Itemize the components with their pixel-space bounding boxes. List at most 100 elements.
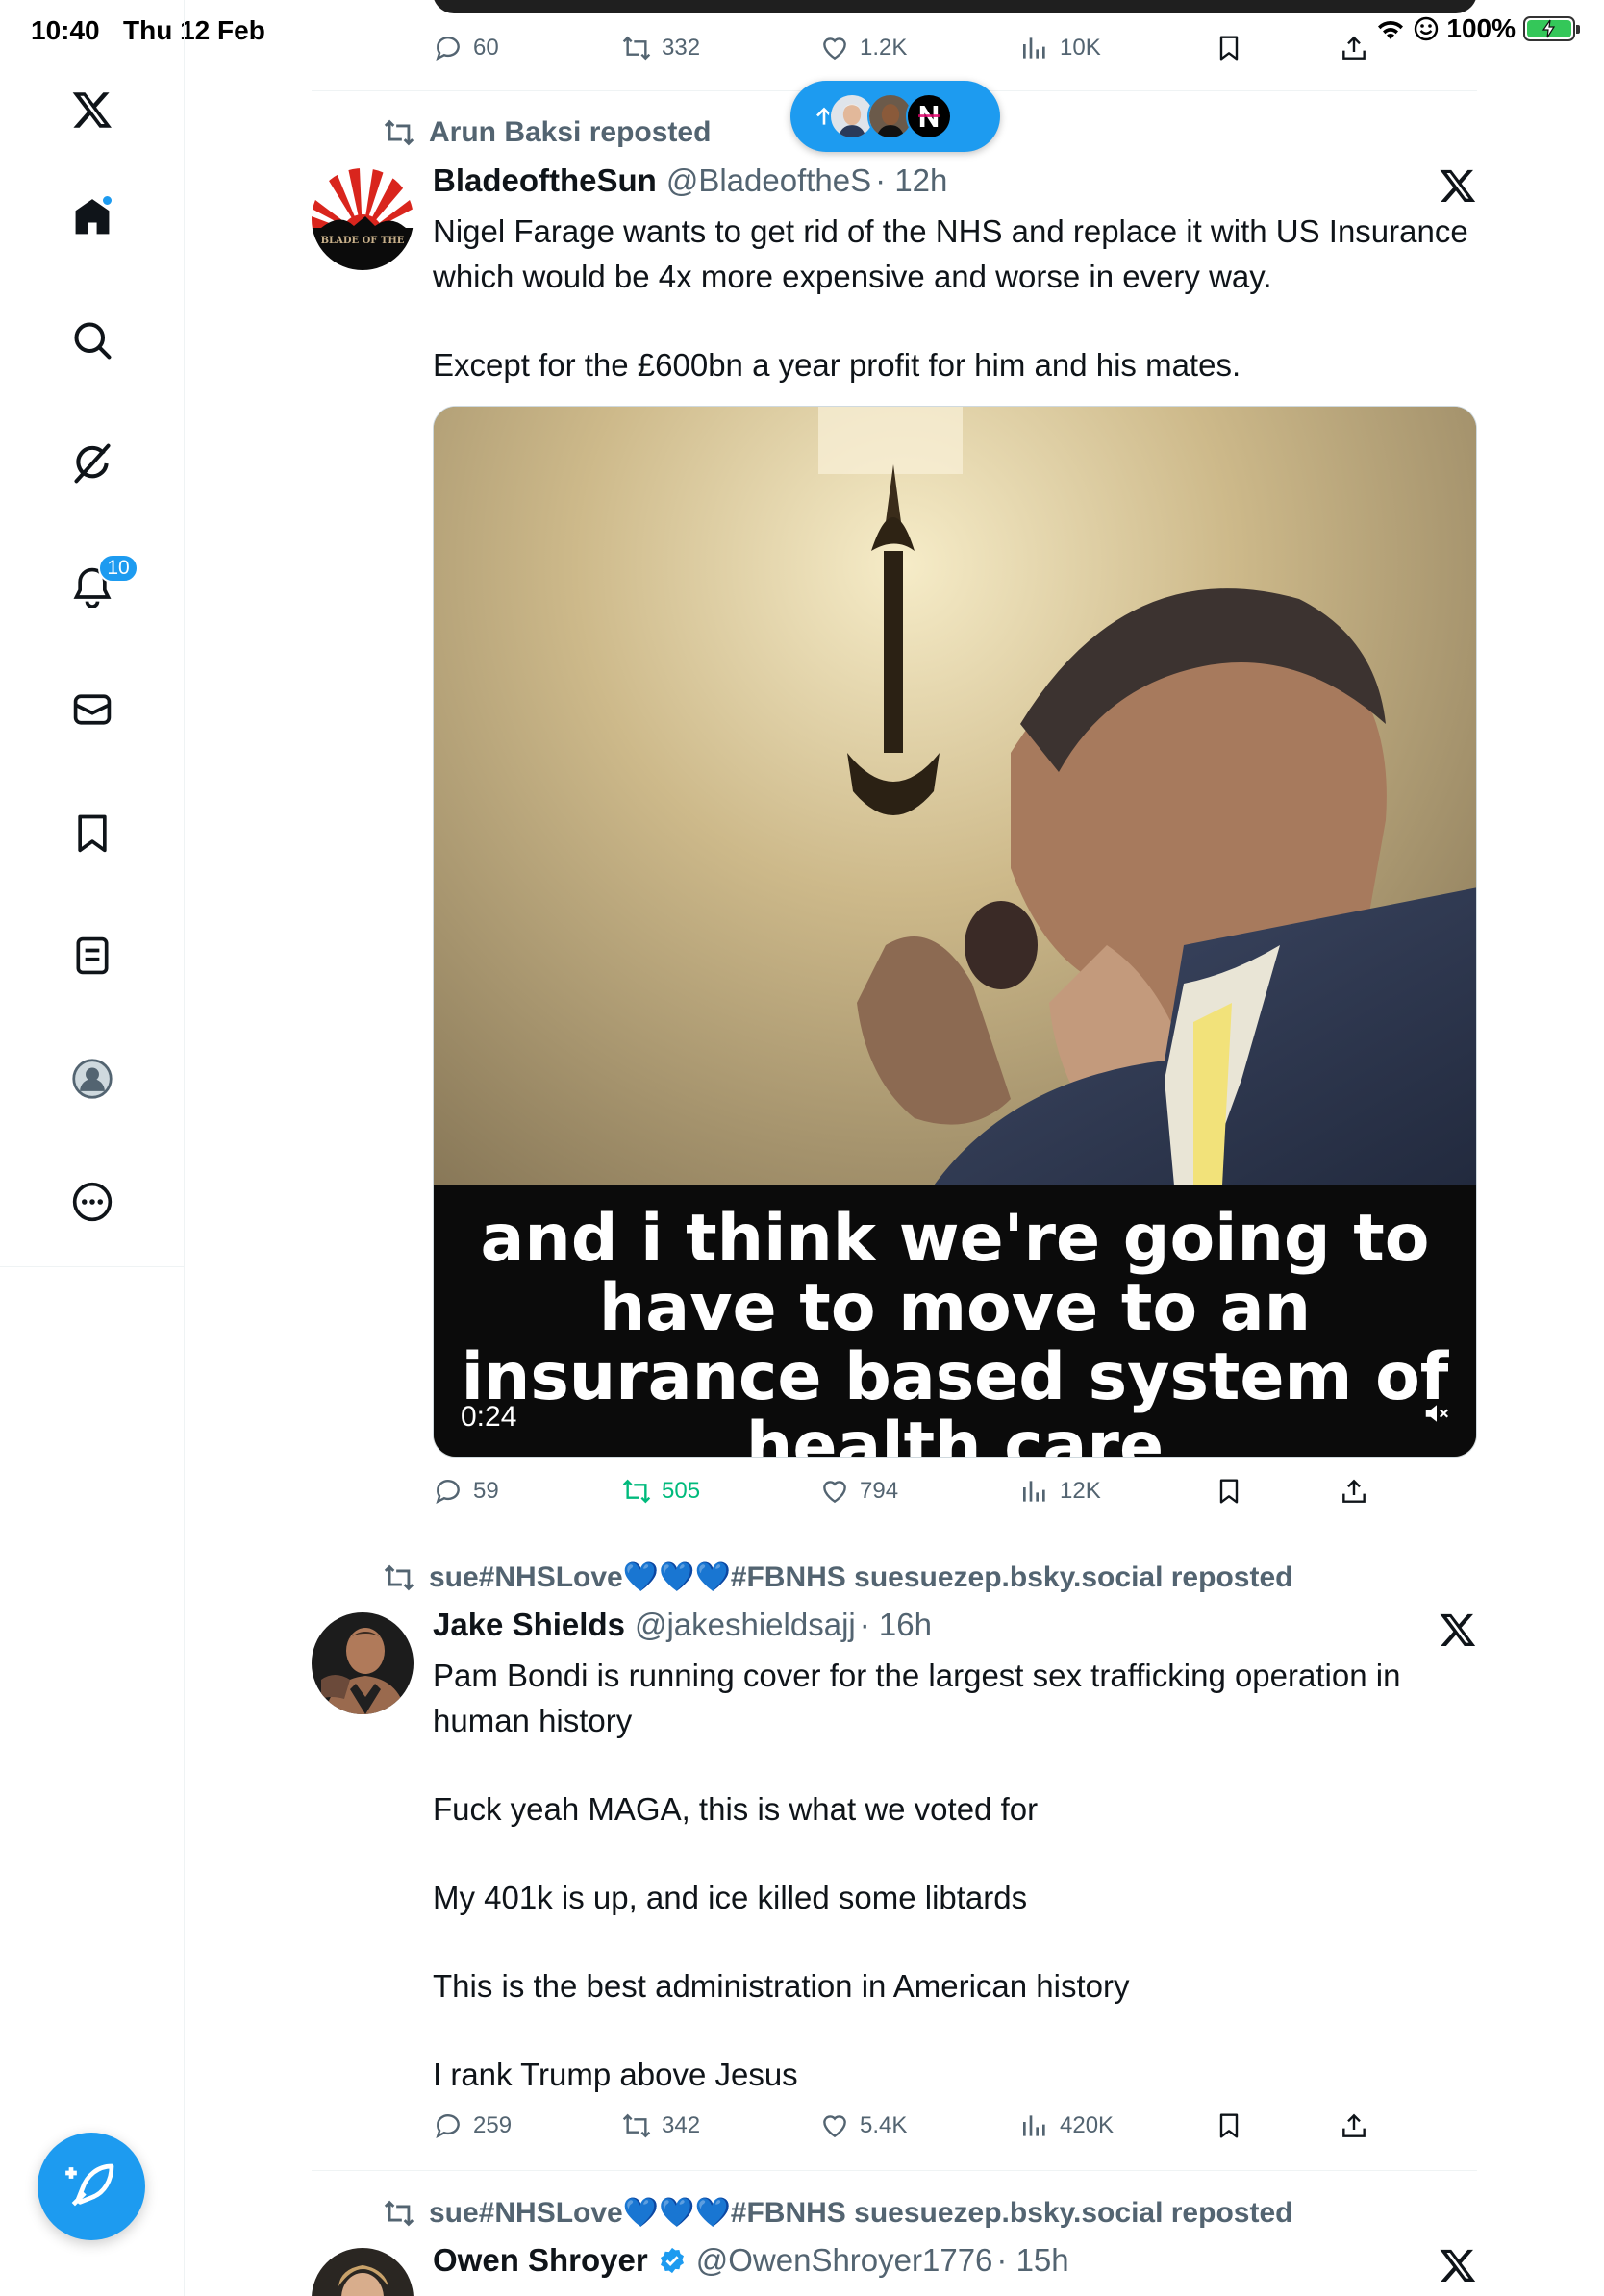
repost-icon [384, 119, 414, 146]
avatar[interactable] [312, 1612, 414, 1714]
share-icon [1342, 2113, 1366, 2137]
avatar[interactable]: BLADE OF THE [312, 168, 414, 270]
reply-button[interactable]: 59 [433, 1476, 499, 1507]
sidebar-item-lists[interactable] [60, 923, 125, 988]
author-name[interactable]: Owen Shroyer [433, 2242, 648, 2279]
video-caption: and i think we're going to have to move … [461, 1201, 1449, 1458]
views-button[interactable]: 420K [1019, 2110, 1114, 2141]
grok-icon [74, 443, 111, 484]
x-logo-icon [1440, 169, 1476, 202]
author-handle[interactable]: @BladeoftheS [666, 162, 871, 199]
repost-count: 332 [662, 35, 701, 61]
avatar-icon [72, 1059, 113, 1099]
author-handle[interactable]: @OwenShroyer1776 [696, 2242, 993, 2279]
tweet-actions: 259 342 5.4K 420K [433, 2110, 1477, 2153]
new-posts-pill[interactable] [790, 81, 1000, 152]
views-icon [1023, 2115, 1045, 2136]
tweet-paragraph: Pam Bondi is running cover for the large… [433, 1658, 1401, 1738]
reply-button[interactable]: 60 [433, 33, 499, 63]
bookmark-button[interactable] [1214, 2110, 1244, 2141]
sidebar-item-more[interactable] [60, 1169, 125, 1235]
repost-icon [622, 1479, 651, 1504]
like-button[interactable]: 1.2K [819, 33, 907, 63]
share-button[interactable] [1339, 1476, 1369, 1507]
like-count: 5.4K [860, 2112, 908, 2138]
reply-count: 259 [473, 2112, 513, 2138]
heart-icon [823, 2115, 846, 2138]
sidebar-border [184, 1267, 185, 2296]
tweet-paragraph: Nigel Farage wants to get rid of the NHS… [433, 213, 1468, 294]
repost-icon [622, 36, 651, 61]
views-count: 420K [1060, 2112, 1115, 2138]
tweet-paragraph: This is the best administration in Ameri… [433, 1968, 1130, 2004]
tweet-header: BladeoftheSun @BladeoftheS · 12h [433, 162, 947, 199]
repost-button[interactable]: 342 [621, 2110, 700, 2141]
repost-button[interactable]: 332 [621, 33, 700, 63]
reply-icon [436, 1480, 460, 1505]
sidebar-item-explore[interactable] [60, 308, 125, 373]
like-button[interactable]: 5.4K [819, 2110, 907, 2141]
video-player[interactable]: and i think we're going to have to move … [433, 406, 1477, 1458]
views-button[interactable]: 12K [1019, 1476, 1101, 1507]
like-count: 794 [860, 1478, 899, 1504]
heart-icon [823, 37, 846, 61]
x-logo-icon [72, 92, 112, 128]
tweet-paragraph: My 401k is up, and ice killed some libta… [433, 1880, 1028, 1915]
previous-tweet-actions: 60 332 1.2K 10K [433, 33, 1477, 75]
reply-button[interactable]: 259 [433, 2110, 512, 2141]
list-icon [76, 936, 109, 975]
tweet-paragraph: Fuck yeah MAGA, this is what we voted fo… [433, 1791, 1039, 1827]
tweet-text: Pam Bondi is running cover for the large… [433, 1653, 1477, 2097]
sidebar-item-notifications[interactable]: 10 [60, 554, 138, 619]
author-handle[interactable]: @jakeshieldsajj [635, 1607, 856, 1643]
repost-count: 342 [662, 2112, 701, 2138]
tweet-timestamp[interactable]: · 15h [996, 2242, 1068, 2279]
avatar[interactable] [312, 2248, 414, 2296]
views-button[interactable]: 10K [1019, 33, 1101, 63]
tweet[interactable]: sue#NHSLove💙💙💙#FBNHS suesuezep.bsky.soci… [312, 1535, 1477, 2170]
tweet-text: Nigel Farage wants to get rid of the NHS… [433, 209, 1477, 387]
tweet-actions: 59 505 794 12K [433, 1476, 1477, 1518]
x-logo-icon [1440, 2249, 1476, 2282]
bookmark-button[interactable] [1214, 33, 1244, 63]
like-count: 1.2K [860, 35, 908, 61]
views-count: 10K [1060, 35, 1101, 61]
x-logo-link[interactable] [60, 77, 125, 142]
reply-count: 59 [473, 1478, 499, 1504]
tweet[interactable]: sue#NHSLove💙💙💙#FBNHS suesuezep.bsky.soci… [312, 2171, 1477, 2296]
share-button[interactable] [1339, 33, 1369, 63]
mute-icon[interactable] [1422, 1399, 1451, 1428]
sidebar-item-messages[interactable] [60, 677, 125, 742]
tweet[interactable]: Arun Baksi reposted BLADE OF THE Bladeof… [312, 91, 1477, 1534]
verified-badge-icon [660, 2247, 684, 2274]
home-unread-dot [101, 194, 113, 207]
tweet-header: Owen Shroyer @OwenShroyer1776 · 15h [433, 2242, 1069, 2279]
tweet-header: Jake Shields @jakeshieldsajj · 16h [433, 1607, 932, 1643]
mail-icon [73, 694, 112, 725]
sidebar-item-home[interactable] [60, 185, 125, 250]
tweet-timestamp[interactable]: · 16h [860, 1607, 932, 1643]
like-button[interactable]: 794 [819, 1476, 898, 1507]
bookmark-icon [78, 814, 107, 853]
bookmark-button[interactable] [1214, 1476, 1244, 1507]
reply-icon [436, 37, 460, 62]
repost-button[interactable]: 505 [621, 1476, 700, 1507]
repost-count: 505 [662, 1478, 701, 1504]
sidebar-item-bookmarks[interactable] [60, 800, 125, 865]
tweet-timestamp[interactable]: · 12h [875, 162, 947, 199]
share-button[interactable] [1339, 2110, 1369, 2141]
repost-attribution[interactable]: sue#NHSLove💙💙💙#FBNHS suesuezep.bsky.soci… [383, 2196, 1292, 2230]
previous-tweet-media[interactable] [433, 0, 1477, 13]
sidebar-item-grok[interactable] [60, 431, 125, 496]
views-count: 12K [1060, 1478, 1101, 1504]
repost-attribution[interactable]: Arun Baksi reposted [383, 116, 711, 149]
sidebar-item-profile[interactable] [60, 1046, 125, 1111]
author-name[interactable]: BladeoftheSun [433, 162, 657, 199]
repost-attribution[interactable]: sue#NHSLove💙💙💙#FBNHS suesuezep.bsky.soci… [383, 1560, 1292, 1594]
author-name[interactable]: Jake Shields [433, 1607, 625, 1643]
battery-icon [1523, 16, 1580, 41]
more-icon [72, 1182, 113, 1222]
reply-count: 60 [473, 35, 499, 61]
compose-feather-icon [65, 2163, 114, 2207]
compose-button[interactable] [38, 2133, 145, 2240]
